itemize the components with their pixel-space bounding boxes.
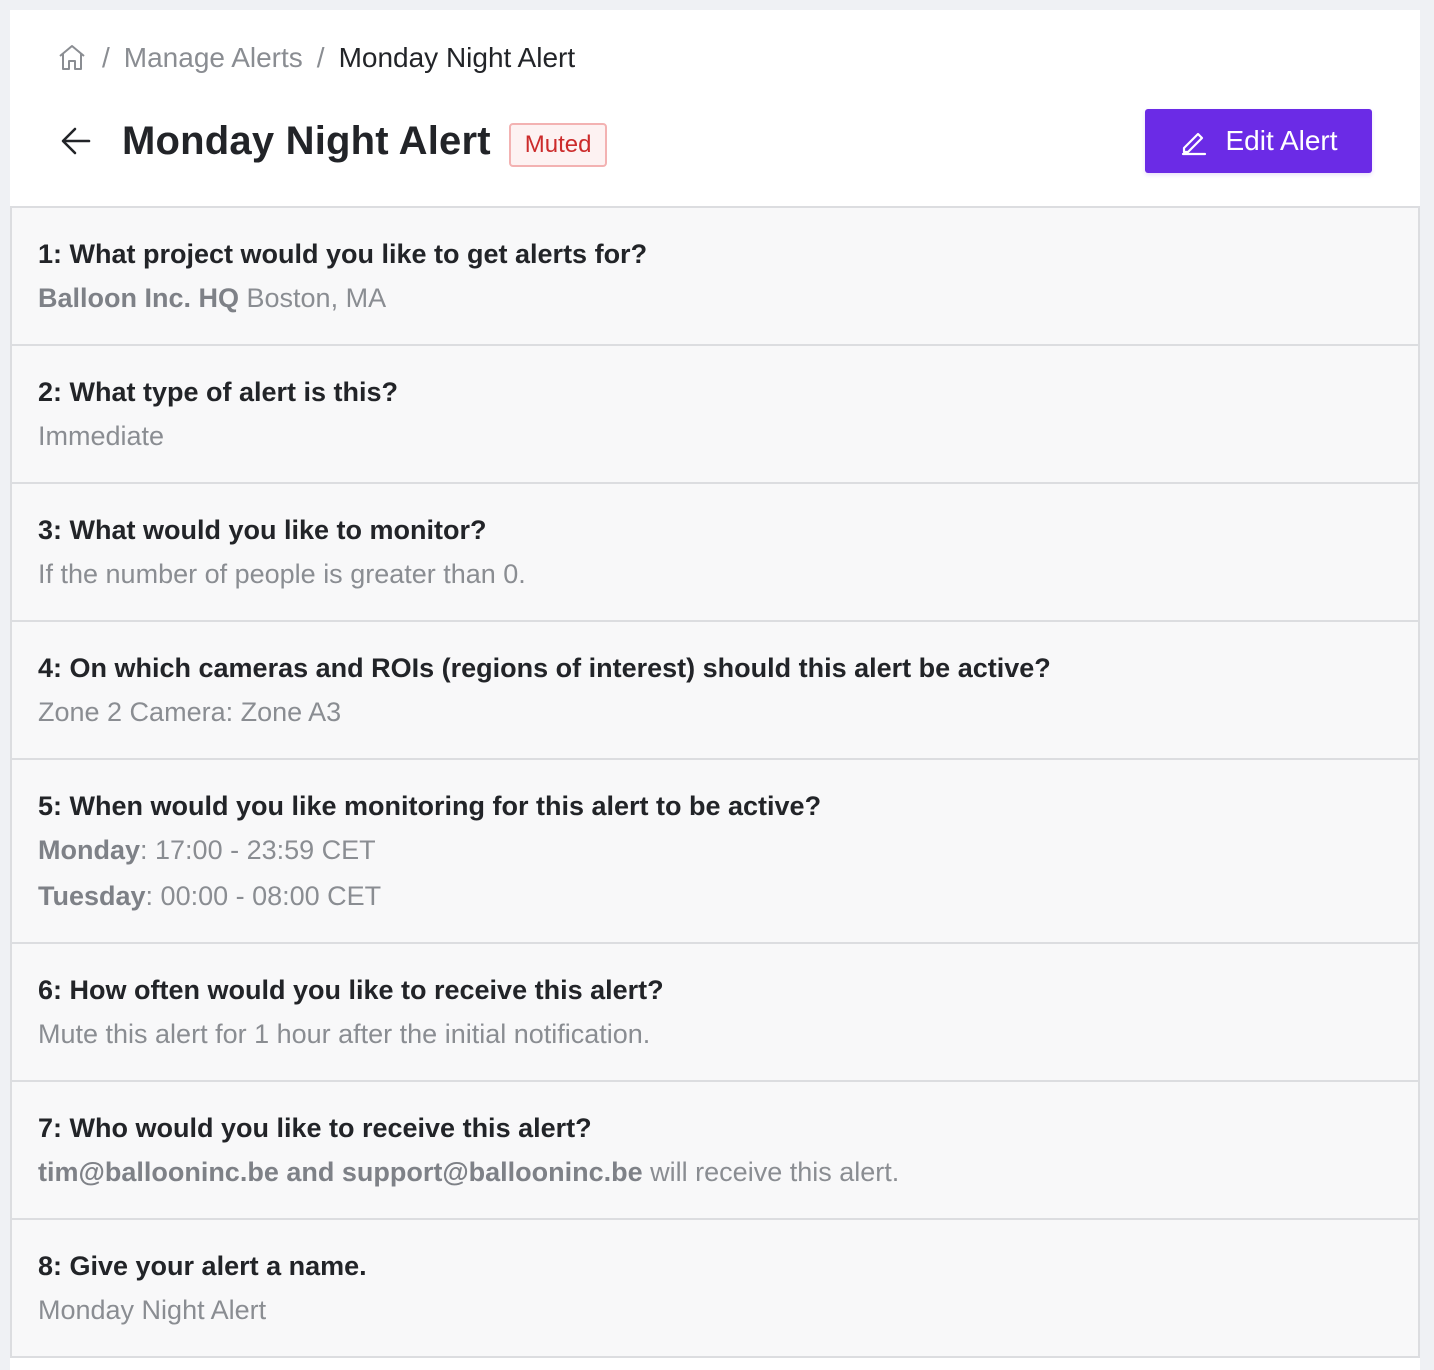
arrow-left-icon <box>59 124 93 158</box>
question-item: 8: Give your alert a name. Monday Night … <box>12 1220 1418 1356</box>
edit-alert-button[interactable]: Edit Alert <box>1145 109 1372 173</box>
edit-alert-label: Edit Alert <box>1225 125 1338 156</box>
question-title: 7: Who would you like to receive this al… <box>38 1113 592 1143</box>
question-answer: tim@ballooninc.be and support@ballooninc… <box>38 1154 1392 1190</box>
schedule-day: Tuesday <box>38 881 146 911</box>
home-icon[interactable] <box>56 42 88 74</box>
page-header: Monday Night Alert Muted Edit Alert <box>56 106 1372 176</box>
schedule-time: : 00:00 - 08:00 CET <box>145 881 382 911</box>
breadcrumb-separator: / <box>316 42 325 73</box>
project-name: Balloon Inc. HQ <box>38 283 240 313</box>
question-title: 8: Give your alert a name. <box>38 1251 367 1281</box>
back-button[interactable] <box>56 121 96 161</box>
breadcrumb-manage-alerts-link[interactable]: Manage Alerts <box>124 42 303 74</box>
pencil-icon <box>1179 126 1209 156</box>
question-title: 4: On which cameras and ROIs (regions of… <box>38 653 1051 683</box>
question-item: 4: On which cameras and ROIs (regions of… <box>12 622 1418 760</box>
question-answer: Monday Night Alert <box>38 1295 267 1325</box>
alert-summary-list: 1: What project would you like to get al… <box>10 206 1420 1358</box>
status-badge: Muted <box>508 123 608 167</box>
question-answer: Immediate <box>38 421 165 451</box>
question-item: 1: What project would you like to get al… <box>12 208 1418 346</box>
question-item: 7: Who would you like to receive this al… <box>12 1082 1418 1220</box>
question-answer: Balloon Inc. HQ Boston, MA <box>38 280 1392 316</box>
schedule-time: : 17:00 - 23:59 CET <box>140 835 376 865</box>
breadcrumb: / Manage Alerts / Monday Night Alert <box>56 38 575 78</box>
schedule-row: Monday: 17:00 - 23:59 CET <box>38 832 1392 868</box>
question-title: 1: What project would you like to get al… <box>38 239 648 269</box>
breadcrumb-separator: / <box>102 42 110 73</box>
question-title: 2: What type of alert is this? <box>38 377 399 407</box>
project-location: Boston, MA <box>239 283 387 313</box>
question-item: 2: What type of alert is this? Immediate <box>12 346 1418 484</box>
question-title: 3: What would you like to monitor? <box>38 515 487 545</box>
question-title: 5: When would you like monitoring for th… <box>38 791 822 821</box>
question-title: 6: How often would you like to receive t… <box>38 975 664 1005</box>
question-item: 5: When would you like monitoring for th… <box>12 760 1418 944</box>
question-answer: If the number of people is greater than … <box>38 559 526 589</box>
schedule-row: Tuesday: 00:00 - 08:00 CET <box>38 878 1392 914</box>
question-item: 6: How often would you like to receive t… <box>12 944 1418 1082</box>
recipient-emails: tim@ballooninc.be and support@ballooninc… <box>38 1157 643 1187</box>
page-title: Monday Night Alert <box>122 118 491 163</box>
schedule-day: Monday <box>38 835 141 865</box>
alert-detail-page: / Manage Alerts / Monday Night Alert Mon… <box>10 10 1420 1370</box>
recipient-note: will receive this alert. <box>642 1157 900 1187</box>
question-item: 3: What would you like to monitor? If th… <box>12 484 1418 622</box>
question-answer: Zone 2 Camera: Zone A3 <box>38 697 342 727</box>
question-answer: Mute this alert for 1 hour after the ini… <box>38 1019 651 1049</box>
breadcrumb-current: Monday Night Alert <box>338 42 576 73</box>
